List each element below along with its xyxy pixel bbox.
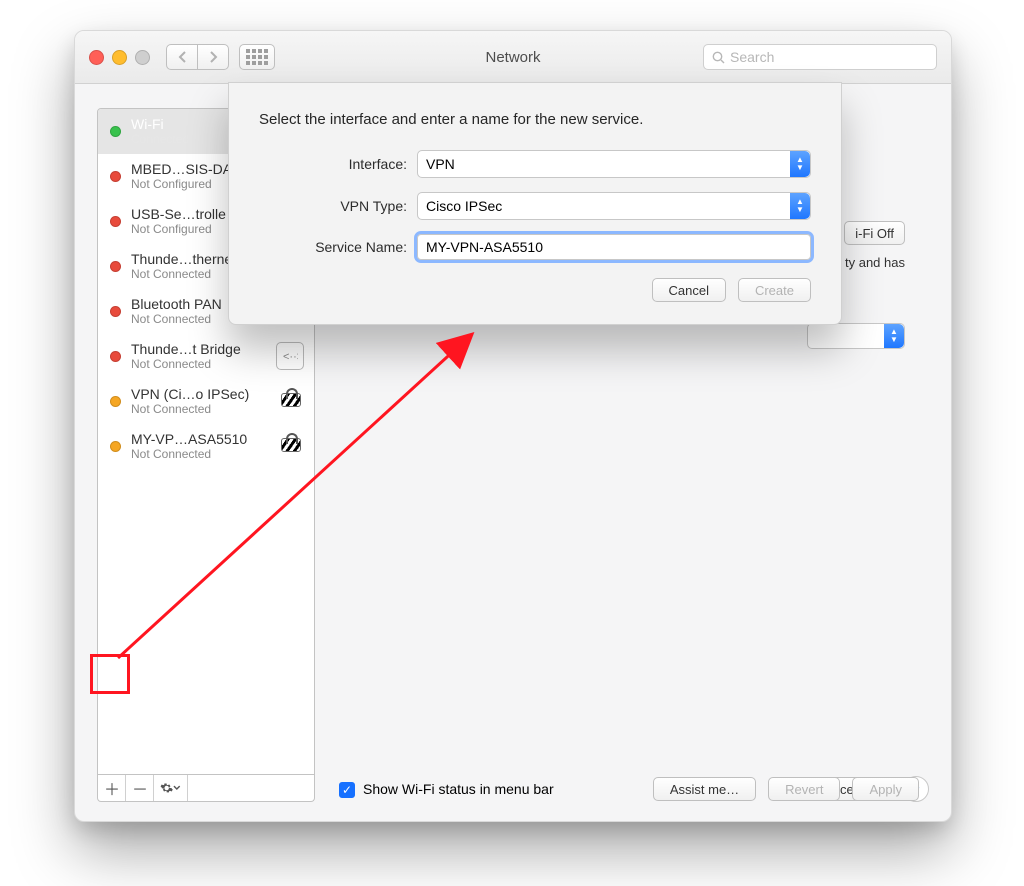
stepper-icon: ▲▼ bbox=[790, 193, 810, 219]
service-status: Not Connected bbox=[131, 447, 276, 461]
show-all-button[interactable] bbox=[239, 44, 275, 70]
service-name: MY-VP…ASA5510 bbox=[131, 431, 276, 447]
lock-icon bbox=[276, 436, 304, 457]
status-dot-icon bbox=[110, 306, 121, 317]
apply-button[interactable]: Apply bbox=[852, 777, 919, 801]
window-action-row: Assist me… Revert Apply bbox=[653, 777, 919, 801]
service-status: Not Connected bbox=[131, 402, 276, 416]
close-window-button[interactable] bbox=[89, 50, 104, 65]
status-dot-icon bbox=[110, 351, 121, 362]
service-name: VPN (Ci…o IPSec) bbox=[131, 386, 276, 402]
zoom-window-button[interactable] bbox=[135, 50, 150, 65]
service-row[interactable]: Thunde…t BridgeNot Connected <··> bbox=[98, 334, 314, 379]
status-fragment: ty and has bbox=[845, 255, 905, 270]
service-row[interactable]: MY-VP…ASA5510Not Connected bbox=[98, 424, 314, 469]
chevron-down-icon bbox=[173, 785, 181, 791]
show-status-checkbox[interactable] bbox=[339, 782, 355, 798]
stepper-icon: ▲▼ bbox=[790, 151, 810, 177]
service-list-footer: ＋ － bbox=[97, 775, 315, 802]
interface-select[interactable]: VPN ▲▼ bbox=[417, 150, 811, 178]
status-dot-icon bbox=[110, 261, 121, 272]
service-name-input[interactable] bbox=[417, 234, 811, 260]
status-dot-icon bbox=[110, 396, 121, 407]
service-actions-menu[interactable] bbox=[154, 775, 188, 801]
back-button[interactable] bbox=[166, 44, 198, 70]
nav-buttons bbox=[166, 44, 229, 70]
status-dot-icon bbox=[110, 216, 121, 227]
status-dot-icon bbox=[110, 171, 121, 182]
service-name-label: Service Name: bbox=[259, 239, 407, 255]
lock-icon bbox=[276, 391, 304, 412]
new-service-sheet: Select the interface and enter a name fo… bbox=[228, 82, 842, 325]
create-button[interactable]: Create bbox=[738, 278, 811, 302]
vpn-type-select[interactable]: Cisco IPSec ▲▼ bbox=[417, 192, 811, 220]
forward-button[interactable] bbox=[197, 44, 229, 70]
service-row[interactable]: VPN (Ci…o IPSec)Not Connected bbox=[98, 379, 314, 424]
vpn-type-label: VPN Type: bbox=[259, 198, 407, 214]
chevron-right-icon bbox=[209, 51, 218, 63]
status-dot-icon bbox=[110, 126, 121, 137]
service-status: Not Connected bbox=[131, 357, 276, 371]
sheet-heading: Select the interface and enter a name fo… bbox=[259, 111, 811, 128]
network-name-popup[interactable]: ▲▼ bbox=[807, 323, 905, 349]
gear-icon bbox=[160, 781, 173, 795]
remove-service-button[interactable]: － bbox=[126, 775, 154, 801]
chevron-left-icon bbox=[178, 51, 187, 63]
add-service-button[interactable]: ＋ bbox=[98, 775, 126, 801]
thunderbolt-icon: <··> bbox=[276, 342, 304, 370]
interface-label: Interface: bbox=[259, 156, 407, 172]
assist-me-button[interactable]: Assist me… bbox=[653, 777, 756, 801]
search-field[interactable]: Search bbox=[703, 44, 937, 70]
minimize-window-button[interactable] bbox=[112, 50, 127, 65]
revert-button[interactable]: Revert bbox=[768, 777, 840, 801]
cancel-button[interactable]: Cancel bbox=[652, 278, 726, 302]
service-name: Thunde…t Bridge bbox=[131, 341, 276, 357]
svg-text:<··>: <··> bbox=[283, 351, 298, 363]
turn-wifi-off-button[interactable]: i-Fi Off bbox=[844, 221, 905, 245]
show-status-label: Show Wi-Fi status in menu bar bbox=[363, 781, 554, 797]
status-dot-icon bbox=[110, 441, 121, 452]
window-controls bbox=[89, 50, 150, 65]
vpn-type-value: Cisco IPSec bbox=[426, 198, 502, 214]
stepper-icon: ▲▼ bbox=[884, 324, 904, 348]
interface-value: VPN bbox=[426, 156, 455, 172]
search-icon bbox=[712, 51, 725, 64]
titlebar: Network Search bbox=[75, 31, 951, 84]
search-placeholder: Search bbox=[730, 49, 774, 65]
